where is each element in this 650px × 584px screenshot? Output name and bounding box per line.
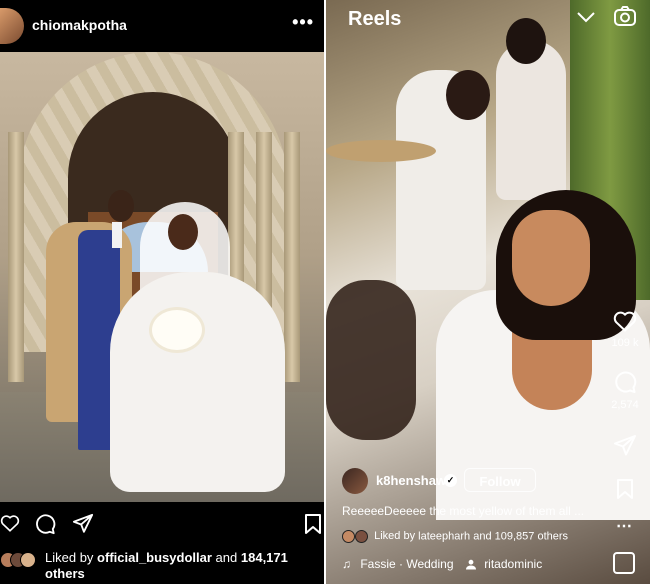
bride-head: [168, 214, 198, 250]
heart-icon[interactable]: [0, 514, 20, 532]
like-count: 109 k: [611, 337, 639, 349]
tagged-user-link[interactable]: ritadominic: [484, 557, 542, 571]
liked-by-text: Liked by official_busydollar and 184,171…: [45, 550, 320, 582]
reel-liked-by-row: Liked by lateepharh and 109,857 others: [342, 530, 622, 543]
post-username[interactable]: chiomakpotha: [32, 17, 127, 33]
verified-badge-icon: ✓: [444, 474, 457, 487]
reel-caption[interactable]: ReeeeeDeeeee the most yellow of them all…: [342, 504, 612, 518]
liker-avatar: [355, 530, 369, 543]
liked-by-and: and: [215, 550, 238, 565]
comment-icon[interactable]: [613, 370, 637, 394]
liked-by-avatars: [0, 552, 40, 568]
audio-track-link[interactable]: Fassie · Wedding: [360, 557, 453, 571]
more-options-icon[interactable]: ⋯: [616, 516, 632, 536]
comment-button[interactable]: 2,574: [610, 370, 640, 411]
stone-column: [8, 132, 24, 382]
groom-shirt: [112, 222, 122, 248]
bride-face: [512, 210, 590, 306]
more-options-icon[interactable]: •••: [292, 12, 314, 33]
likes-count-link[interactable]: 184,171: [241, 550, 288, 565]
liked-by-user-link[interactable]: official_busydollar: [97, 550, 212, 565]
author-username[interactable]: k8henshaw: [376, 473, 446, 488]
share-button[interactable]: [610, 434, 640, 461]
camera-icon[interactable]: [614, 6, 636, 26]
foreground-arm: [326, 280, 416, 440]
reel-video[interactable]: [326, 0, 650, 584]
like-button[interactable]: 109 k: [610, 310, 640, 349]
liker-avatar: [342, 530, 355, 543]
reel-author-row: k8henshaw ✓ Follow: [342, 468, 642, 494]
share-icon[interactable]: [613, 434, 637, 458]
chevron-down-icon[interactable]: [576, 10, 596, 24]
reel-likes-count-link[interactable]: and 109,857 others: [473, 530, 568, 542]
audio-row: ♫ Fassie · Wedding ritadominic: [342, 557, 632, 571]
background-guest-head: [446, 70, 490, 120]
tagged-user-icon: [465, 560, 476, 570]
heart-icon[interactable]: [613, 310, 637, 332]
liker-avatar: [20, 552, 36, 568]
groom-head: [108, 190, 134, 222]
music-note-icon: ♫: [342, 557, 351, 571]
background-guest-head: [506, 18, 546, 64]
instagram-post: chiomakpotha ••• Liked by official_busyd…: [0, 0, 324, 584]
comment-count: 2,574: [611, 399, 639, 411]
reel-liked-by-label: Liked by: [374, 530, 416, 543]
share-icon[interactable]: [72, 513, 94, 535]
reels-title: Reels: [348, 8, 402, 30]
background-guest: [496, 40, 566, 200]
save-icon[interactable]: [304, 513, 322, 535]
reels-view: Reels 109 k 2,574 k8henshaw ✓ Follow Ree: [326, 0, 650, 584]
profile-avatar[interactable]: [0, 8, 24, 44]
post-photo[interactable]: [0, 52, 324, 502]
liked-by-label: Liked by: [45, 550, 94, 565]
follow-button[interactable]: Follow: [464, 468, 536, 492]
reel-liked-by-user-link[interactable]: lateepharh: [418, 530, 470, 542]
author-avatar[interactable]: [342, 468, 368, 494]
bridal-bouquet: [152, 310, 202, 350]
serving-tray: [326, 140, 436, 162]
stone-column: [284, 132, 300, 382]
likes-others-link[interactable]: others: [45, 566, 85, 581]
post-actions: [0, 502, 324, 542]
comment-icon[interactable]: [34, 513, 56, 535]
audio-thumbnail[interactable]: [613, 552, 635, 574]
post-header: chiomakpotha •••: [0, 0, 324, 52]
bride-dress: [110, 272, 285, 492]
